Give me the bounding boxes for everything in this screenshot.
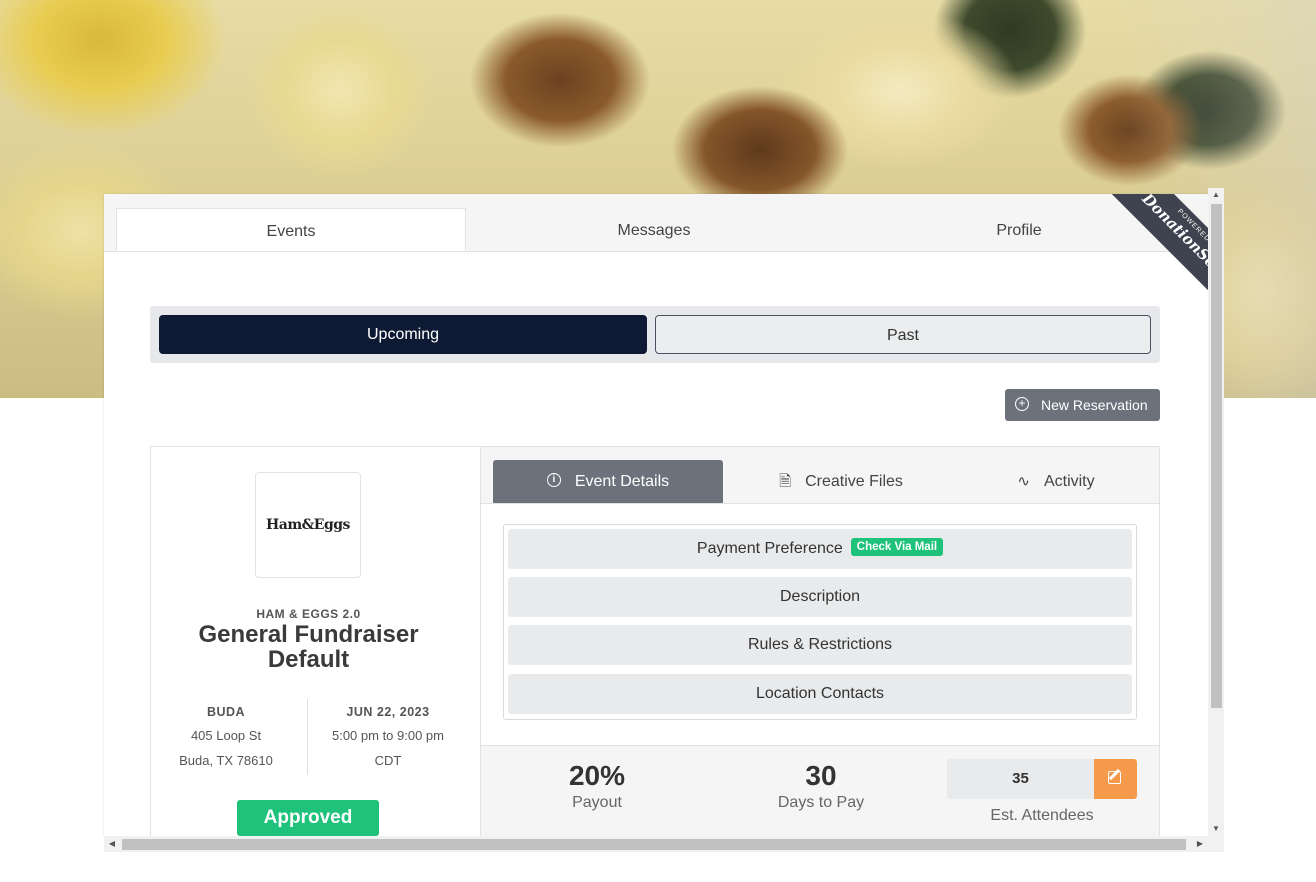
tab-event-details-label: Event Details [574, 473, 670, 490]
tab-profile[interactable]: Profile [844, 208, 1194, 251]
days-to-pay-value: 30 [805, 760, 837, 791]
upcoming-button[interactable]: Upcoming [159, 315, 647, 354]
accordion-description[interactable]: Description [508, 577, 1132, 617]
accordion-payment-preference[interactable]: Payment Preference Check Via Mail [508, 529, 1132, 569]
payout-value: 20% [568, 760, 626, 791]
tab-event-details[interactable]: i Event Details [493, 460, 723, 503]
info-icon: i [546, 472, 561, 487]
tab-activity-label: Activity [1043, 473, 1095, 491]
attendees-stat: 35 Est. Attendees [947, 759, 1137, 824]
date-time: 5:00 pm to 9:00 pm [331, 728, 444, 743]
event-date: JUN 22, 2023 5:00 pm to 9:00 pm CDT [313, 705, 463, 778]
vertical-scrollbar[interactable]: ▲ ▼ [1208, 188, 1224, 836]
attendees-value: 35 [947, 759, 1094, 799]
status-badge: Approved [237, 800, 379, 836]
location-heading: BUDA [206, 705, 246, 719]
horizontal-scroll-thumb[interactable] [122, 839, 1186, 850]
horizontal-scrollbar[interactable]: ◀ ▶ [104, 836, 1224, 852]
details-accordion: Payment Preference Check Via Mail Descrip… [503, 524, 1137, 720]
edit-attendees-button[interactable] [1094, 759, 1137, 799]
payment-preference-label: Payment Preference [696, 540, 843, 557]
tab-events[interactable]: Events [116, 208, 466, 251]
date-timezone: CDT [374, 753, 402, 768]
new-reservation-button[interactable]: + New Reservation [1005, 389, 1160, 421]
past-button[interactable]: Past [655, 315, 1151, 354]
payout-label: Payout [572, 794, 622, 811]
event-location: BUDA 405 Loop St Buda, TX 78610 [151, 705, 301, 778]
event-stats: 20% Payout 30 Days to Pay 35 Est. Attend… [481, 745, 1159, 836]
scroll-left-arrow-icon[interactable]: ◀ [104, 836, 120, 852]
days-to-pay-label: Days to Pay [777, 794, 865, 811]
tab-creative-files-label: Creative Files [805, 473, 903, 491]
tab-creative-files[interactable]: 🗎 Creative Files [741, 460, 941, 503]
location-address: 405 Loop St [190, 728, 262, 743]
event-card: Ham&Eggs HAM & EGGS 2.0 General Fundrais… [150, 446, 1160, 836]
payout-stat: 20% Payout [537, 760, 657, 812]
tab-activity[interactable]: ∿ Activity [971, 460, 1141, 503]
detail-tab-bar: i Event Details 🗎 Creative Files ∿ Activity [481, 447, 1159, 504]
date-heading: JUN 22, 2023 [346, 705, 430, 719]
organization-logo: Ham&Eggs [255, 472, 361, 578]
activity-icon: ∿ [1017, 473, 1030, 490]
event-summary: Ham&Eggs HAM & EGGS 2.0 General Fundrais… [151, 447, 481, 836]
top-tab-bar: Events Messages Profile [104, 194, 1208, 252]
info-divider [307, 699, 308, 775]
accordion-location-contacts[interactable]: Location Contacts [508, 674, 1132, 714]
location-city: Buda, TX 78610 [179, 753, 273, 768]
attendees-label: Est. Attendees [990, 807, 1094, 824]
event-detail-pane: i Event Details 🗎 Creative Files ∿ Activity… [481, 447, 1159, 836]
time-filter-toggle: Upcoming Past [150, 306, 1160, 363]
scroll-up-arrow-icon[interactable]: ▲ [1208, 188, 1224, 202]
scroll-down-arrow-icon[interactable]: ▼ [1208, 822, 1224, 836]
scroll-right-arrow-icon[interactable]: ▶ [1192, 836, 1208, 852]
accordion-rules[interactable]: Rules & Restrictions [508, 625, 1132, 665]
tab-messages[interactable]: Messages [484, 208, 824, 251]
new-reservation-label: New Reservation [1041, 397, 1148, 413]
payment-method-badge: Check Via Mail [850, 537, 944, 556]
event-title: General Fundraiser Default [198, 621, 419, 673]
vertical-scroll-thumb[interactable] [1211, 204, 1222, 708]
plus-circle-icon: + [1015, 397, 1029, 411]
days-to-pay-stat: 30 Days to Pay [741, 760, 901, 812]
file-icon: 🗎 [779, 473, 792, 490]
organization-name: HAM & EGGS 2.0 [256, 607, 361, 621]
main-panel: Events Messages Profile POWERED BY Donat… [104, 194, 1208, 836]
